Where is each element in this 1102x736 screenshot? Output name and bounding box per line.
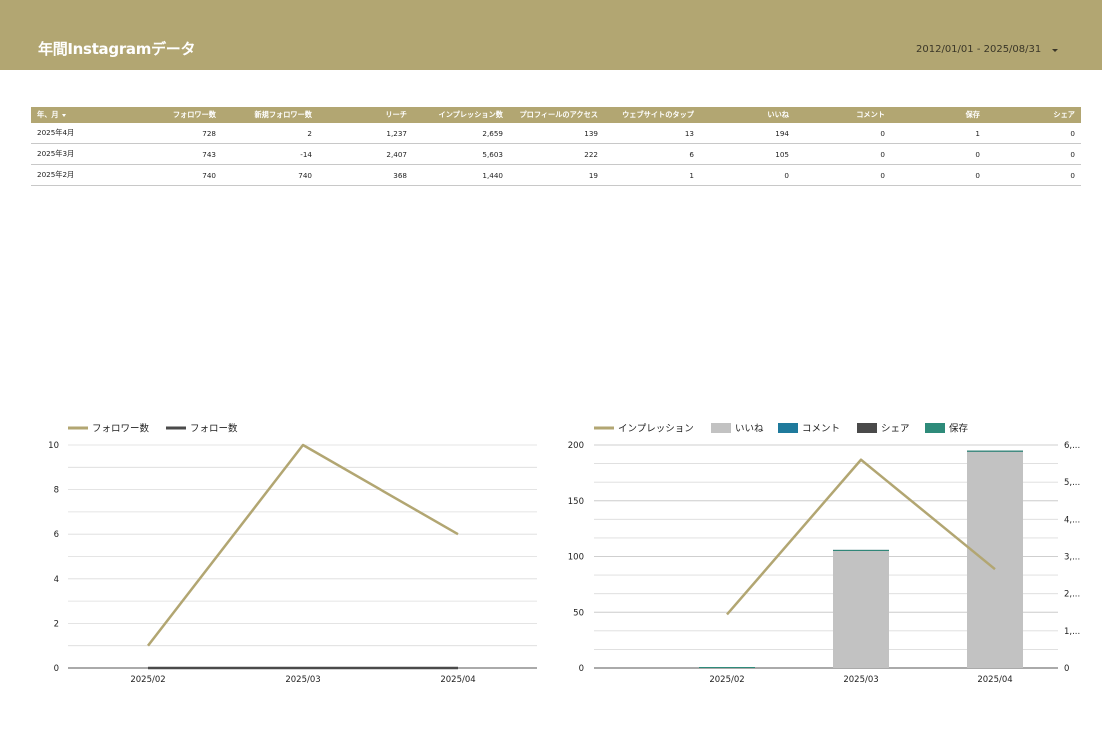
y2-tick-label: 4,... — [1064, 515, 1080, 525]
x-tick-label: 2025/02 — [709, 675, 744, 685]
legend-swatch — [857, 423, 877, 433]
y2-tick-label: 6,... — [1064, 441, 1080, 451]
bar — [699, 667, 755, 668]
y-tick-label: 100 — [568, 553, 584, 563]
y2-tick-label: 1,... — [1064, 627, 1080, 637]
y-tick-label: 50 — [573, 608, 584, 618]
legend-swatch — [925, 423, 945, 433]
bar — [967, 451, 1023, 668]
x-tick-label: 2025/04 — [977, 675, 1012, 685]
legend-label: 保存 — [949, 423, 969, 435]
y2-tick-label: 5,... — [1064, 478, 1080, 488]
legend-label: いいね — [735, 424, 764, 435]
y-tick-label: 200 — [568, 441, 584, 451]
legend-label: インプレッション — [618, 424, 694, 435]
legend-label: シェア — [881, 424, 910, 435]
legend-swatch — [778, 423, 798, 433]
engagement-combo-chart: 0 50 100 150 200 0 1,... 2,... 3,... 4,... 5,... 6,… — [568, 423, 1080, 686]
bar — [833, 549, 889, 551]
y2-tick-label: 0 — [1064, 664, 1069, 674]
y2-tick-label: 2,... — [1064, 590, 1080, 600]
legend-label: コメント — [802, 424, 840, 435]
bar — [967, 450, 1023, 452]
y-tick-label: 150 — [568, 497, 584, 507]
bar — [833, 550, 889, 668]
y2-tick-label: 3,... — [1064, 553, 1080, 563]
legend-swatch — [711, 423, 731, 433]
x-tick-label: 2025/03 — [843, 675, 878, 685]
y-tick-label: 0 — [579, 664, 584, 674]
